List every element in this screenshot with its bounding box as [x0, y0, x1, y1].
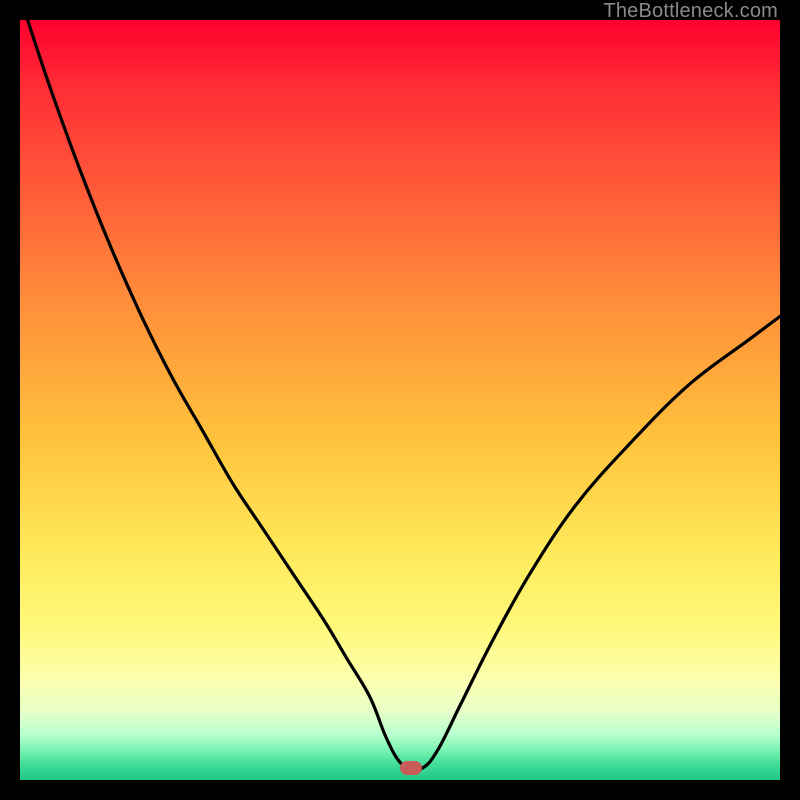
chart-frame: TheBottleneck.com [0, 0, 800, 800]
plot-area [20, 20, 780, 780]
minimum-marker [400, 761, 422, 775]
bottleneck-curve [20, 20, 780, 780]
